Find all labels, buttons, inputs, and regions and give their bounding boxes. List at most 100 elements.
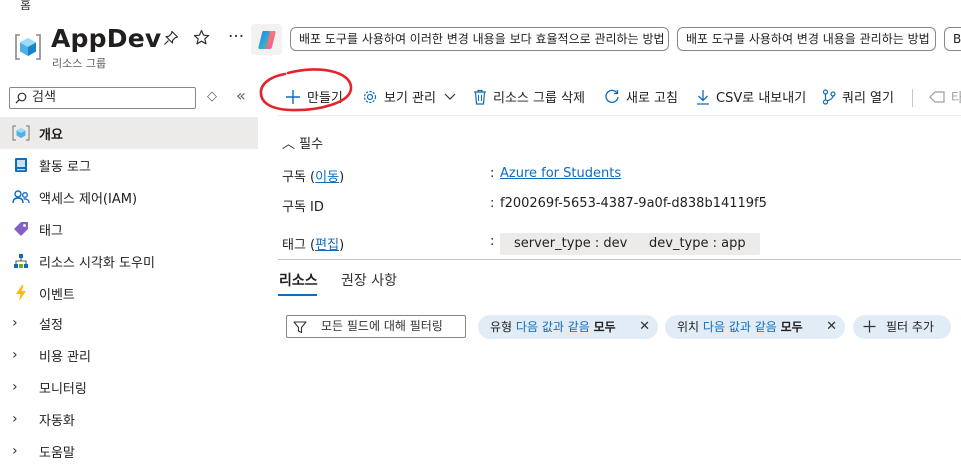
tags-edit-link[interactable]: 편집 xyxy=(315,238,339,253)
breadcrumb[interactable]: 홈 xyxy=(20,0,31,13)
chip-operator: 다음 값과 같음 xyxy=(702,320,777,334)
lightning-icon xyxy=(11,284,31,302)
trash-icon xyxy=(473,89,487,105)
tab-resources[interactable]: 리소스 xyxy=(279,270,318,290)
sidebar-item-automation[interactable]: › 자동화 xyxy=(0,403,258,435)
active-tab-indicator xyxy=(278,294,317,296)
search-icon xyxy=(15,92,27,104)
more-button[interactable]: ··· xyxy=(228,27,244,47)
copilot-prompt-1[interactable]: 배포 도구를 사용하여 이러한 변경 내용을 보다 효율적으로 관리하는 방법 xyxy=(290,27,669,51)
manage-view-button[interactable]: 보기 관리 xyxy=(362,87,462,106)
sidebar-item-overview[interactable]: 개요 xyxy=(0,117,258,149)
essentials-toggle[interactable]: ︿ 필수 xyxy=(282,133,323,152)
sidebar-item-activity-log[interactable]: 활동 로그 xyxy=(0,149,258,181)
tag-chip[interactable]: server_type : dev xyxy=(500,233,642,255)
open-query-button[interactable]: 쿼리 열기 xyxy=(822,87,894,106)
tags-label: 태그 (편집) xyxy=(282,238,345,253)
sidebar-item-events[interactable]: 이벤트 xyxy=(0,277,258,309)
query-icon xyxy=(822,88,836,105)
search-placeholder: 검색 xyxy=(32,90,56,105)
chevron-down-icon xyxy=(444,93,456,101)
colon: : xyxy=(490,234,495,249)
refresh-button[interactable]: 새로 고침 xyxy=(604,87,678,106)
subscription-link[interactable]: Azure for Students xyxy=(500,166,621,181)
resource-group-icon xyxy=(11,124,31,142)
copilot-prompt-2[interactable]: 배포 도구를 사용하여 변경 내용을 관리하는 방법 xyxy=(677,27,936,51)
sidebar-item-label: 비용 관리 xyxy=(39,349,91,365)
refresh-icon xyxy=(604,89,620,105)
page-subtitle: 리소스 그룹 xyxy=(52,57,107,70)
sidebar-search-input[interactable]: 검색 xyxy=(9,87,196,109)
sidebar-item-label: 자동화 xyxy=(39,413,75,429)
gear-icon xyxy=(362,89,378,105)
copilot-prompt-3[interactable]: Bi xyxy=(944,27,961,51)
tab-recommendations[interactable]: 권장 사항 xyxy=(341,270,397,290)
download-icon xyxy=(696,89,710,105)
chevron-up-icon: ︿ xyxy=(282,137,296,152)
filter-chip-location[interactable]: 위치 다음 값과 같음 모두 ✕ xyxy=(665,315,845,339)
subscription-move-link[interactable]: 이동 xyxy=(315,170,339,185)
chip-field: 유형 xyxy=(490,320,513,334)
sidebar-item-label: 모니터링 xyxy=(39,381,87,397)
sidebar-item-monitoring[interactable]: › 모니터링 xyxy=(0,371,258,403)
filter-icon xyxy=(293,321,307,334)
sidebar-item-label: 활동 로그 xyxy=(39,159,91,175)
sidebar-item-cost-management[interactable]: › 비용 관리 xyxy=(0,339,258,371)
delete-label: 리소스 그룹 삭제 xyxy=(493,91,585,106)
sidebar-item-label: 설정 xyxy=(39,317,63,333)
tag-icon xyxy=(11,220,31,238)
activity-log-icon xyxy=(11,156,31,174)
sidebar-item-resource-visualizer[interactable]: 리소스 시각화 도우미 xyxy=(0,245,258,277)
manage-view-label: 보기 관리 xyxy=(384,91,436,106)
tag-outline-icon xyxy=(929,90,945,103)
tag-chip[interactable]: dev_type : app xyxy=(635,233,760,255)
chevron-right-icon: › xyxy=(12,443,18,459)
pin-icon[interactable] xyxy=(163,30,179,51)
export-csv-button[interactable]: CSV로 내보내기 xyxy=(696,87,806,106)
chevron-right-icon: › xyxy=(12,411,18,427)
sidebar-item-iam[interactable]: 액세스 제어(IAM) xyxy=(0,181,258,213)
copilot-icon[interactable] xyxy=(251,24,282,55)
essentials-label: 필수 xyxy=(299,137,324,152)
add-filter-label: 필터 추가 xyxy=(886,320,934,334)
open-query-label: 쿼리 열기 xyxy=(842,91,894,106)
sidebar-item-label: 리소스 시각화 도우미 xyxy=(39,255,155,271)
star-icon[interactable] xyxy=(193,29,210,51)
filter-placeholder: 모든 필드에 대해 필터링 xyxy=(321,319,443,333)
export-csv-label: CSV로 내보내기 xyxy=(716,91,807,106)
chevron-right-icon: › xyxy=(12,379,18,395)
subscription-label: 구독 (이동) xyxy=(282,170,345,185)
filter-chip-type[interactable]: 유형 다음 값과 같음 모두 ✕ xyxy=(478,315,658,339)
chip-operator: 다음 값과 같음 xyxy=(515,320,590,334)
subscription-id-value: f200269f-5653-4387-9a0f-d838b14119f5 xyxy=(500,196,767,211)
sidebar-item-label: 개요 xyxy=(39,127,63,143)
refresh-label: 새로 고침 xyxy=(626,91,678,106)
chevron-right-icon: › xyxy=(12,347,18,363)
sidebar-item-help[interactable]: › 도움말 xyxy=(0,435,258,467)
close-icon[interactable]: ✕ xyxy=(826,315,837,339)
plus-icon xyxy=(863,320,876,333)
collapse-icon[interactable]: « xyxy=(236,86,246,105)
chip-value: 모두 xyxy=(780,320,803,334)
filter-input[interactable]: 모든 필드에 대해 필터링 xyxy=(286,315,466,338)
chip-value: 모두 xyxy=(593,320,616,334)
visualizer-icon xyxy=(11,252,31,270)
colon: : xyxy=(490,196,495,211)
sidebar-item-settings[interactable]: › 설정 xyxy=(0,307,258,339)
close-icon[interactable]: ✕ xyxy=(639,315,650,339)
sidebar-item-label: 이벤트 xyxy=(39,287,75,303)
colon: : xyxy=(490,166,495,181)
sort-icon[interactable]: ◇ xyxy=(207,89,217,104)
subscription-id-label: 구독 ID xyxy=(282,200,324,215)
sidebar-item-label: 도움말 xyxy=(39,445,75,461)
sidebar-item-label: 액세스 제어(IAM) xyxy=(39,191,138,207)
sidebar-item-tags[interactable]: 태그 xyxy=(0,213,258,245)
add-filter-button[interactable]: 필터 추가 xyxy=(853,315,951,339)
tags-label-text: 태그 xyxy=(282,238,306,253)
delete-resource-group-button[interactable]: 리소스 그룹 삭제 xyxy=(473,87,585,106)
subscription-label-text: 구독 xyxy=(282,170,306,185)
toolbar-divider xyxy=(912,89,913,107)
resource-group-icon xyxy=(13,32,43,62)
assign-tags-button[interactable]: 타 xyxy=(929,87,961,106)
chip-field: 위치 xyxy=(677,320,700,334)
